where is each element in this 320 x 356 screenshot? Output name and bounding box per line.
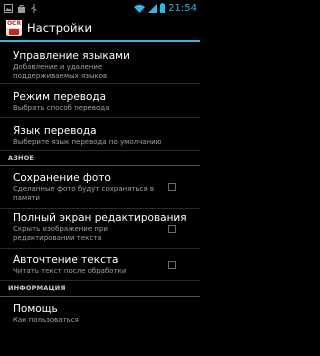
usb-icon — [30, 3, 38, 13]
image-icon — [4, 3, 13, 13]
pref-summary: Выберите язык перевода по умолчанию — [13, 138, 162, 146]
pref-title: Режим перевода — [13, 91, 107, 103]
app-icon-label: OCR — [6, 20, 22, 28]
fullscreen-edit-checkbox[interactable] — [168, 224, 176, 233]
pref-summary: Сделанные фото будут сохраняться в памят… — [13, 185, 155, 202]
scroll-fade — [0, 346, 200, 356]
pref-summary: Выбрать способ перевода — [13, 104, 110, 112]
pref-language-management[interactable]: Управление языками Добавление и удаление… — [0, 44, 200, 84]
page-title: Настройки — [27, 21, 92, 35]
pref-save-photo[interactable]: Сохранение фото Сделанные фото будут сох… — [0, 166, 200, 209]
wifi-icon — [134, 4, 146, 13]
pref-translate-language[interactable]: Язык перевода Выберите язык перевода по … — [0, 118, 200, 151]
pref-help[interactable]: Помощь Как пользоваться — [0, 297, 200, 333]
pref-title: Полный экран редактирования — [13, 212, 187, 224]
bag-icon — [17, 4, 26, 13]
pref-summary: Читать текст после обработки — [13, 267, 127, 275]
pref-title: Сохранение фото — [13, 172, 111, 184]
signal-icon — [148, 3, 158, 13]
pref-title: Авточтение текста — [13, 254, 119, 266]
pref-title: Управление языками — [13, 50, 130, 62]
category-info: ИНФОРМАЦИЯ — [0, 281, 200, 297]
pref-fullscreen-edit[interactable]: Полный экран редактирования Скрыть изобр… — [0, 209, 200, 249]
pref-title: Язык перевода — [13, 125, 97, 137]
pref-title: Помощь — [13, 303, 58, 315]
ocr-app-icon[interactable]: OCR — [6, 20, 22, 36]
action-bar: OCR Настройки — [0, 16, 200, 42]
pref-summary: Как пользоваться — [13, 316, 79, 324]
autoread-checkbox[interactable] — [168, 260, 176, 269]
status-bar: 21:54 — [0, 0, 200, 16]
battery-icon — [160, 3, 166, 13]
pref-autoread[interactable]: Авточтение текста Читать текст после обр… — [0, 249, 200, 281]
pref-translate-mode[interactable]: Режим перевода Выбрать способ перевода — [0, 84, 200, 118]
pref-summary: Скрыть изображение при редактировании те… — [13, 225, 108, 242]
pref-summary: Добавление и удаление поддерживаемых язы… — [13, 63, 108, 80]
category-other: АЗНОЕ — [0, 151, 200, 166]
clock: 21:54 — [168, 2, 197, 14]
preferences-list: Управление языками Добавление и удаление… — [0, 44, 200, 333]
save-photo-checkbox[interactable] — [168, 183, 176, 191]
